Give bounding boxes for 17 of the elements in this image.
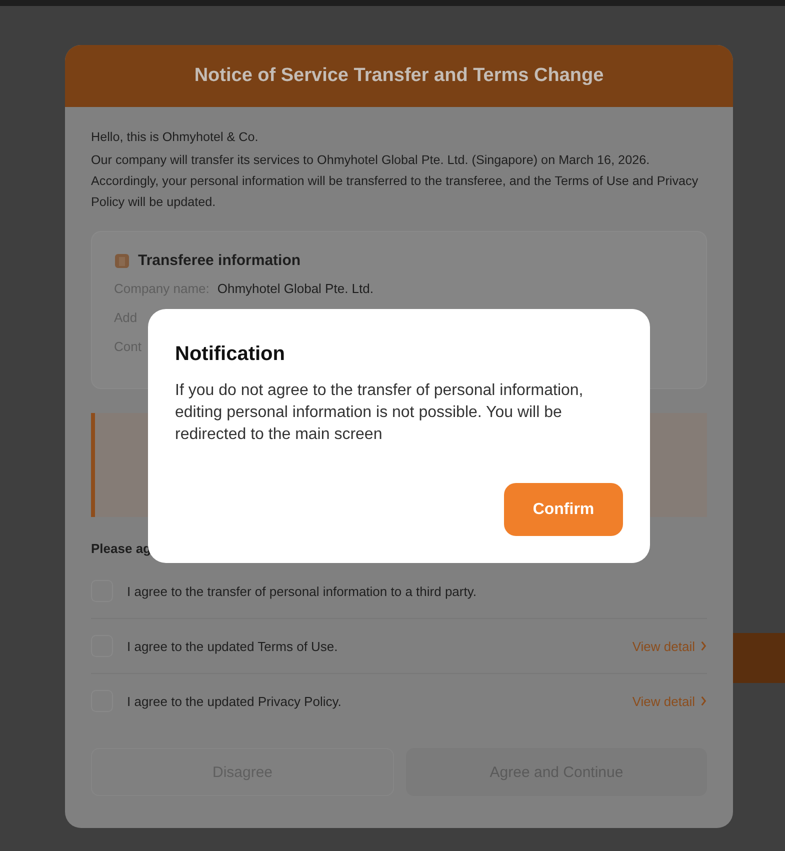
view-detail-link[interactable]: View detail	[632, 638, 707, 654]
chevron-right-icon	[700, 641, 707, 651]
info-value: Ohmyhotel Global Pte. Ltd.	[217, 281, 374, 296]
greeting-text: Hello, this is Ohmyhotel & Co.	[91, 129, 260, 146]
agreement-label: I agree to the transfer of personal information to a third party.	[127, 584, 478, 598]
building-icon	[114, 252, 130, 268]
agreement-label: I agree to the updated Privacy Policy.	[127, 694, 342, 708]
info-title: Transferee information	[138, 252, 301, 269]
modal-title: Notice of Service Transfer and Terms Change	[194, 65, 604, 87]
notice-message: Our company will transfer its services to Ohmyhotel Global Pte. Ltd. (Singapore) on March 16, 2026. Accordingly, your personal information will be transferred to the transferee, and the Terms of Use and Privacy Policy will be updated.	[91, 152, 700, 211]
view-detail-link[interactable]: View detail	[632, 694, 707, 708]
dialog-message: If you do not agree to the transfer of personal information, editing personal information is not possible. You will be redirected to the main screen	[175, 381, 584, 445]
page-button-edge	[733, 633, 785, 683]
dialog-title: Notification	[175, 343, 286, 366]
chevron-right-icon	[700, 696, 707, 706]
agreement-label: I agree to the updated Terms of Use.	[127, 638, 339, 654]
confirm-button[interactable]: Confirm	[504, 483, 623, 536]
